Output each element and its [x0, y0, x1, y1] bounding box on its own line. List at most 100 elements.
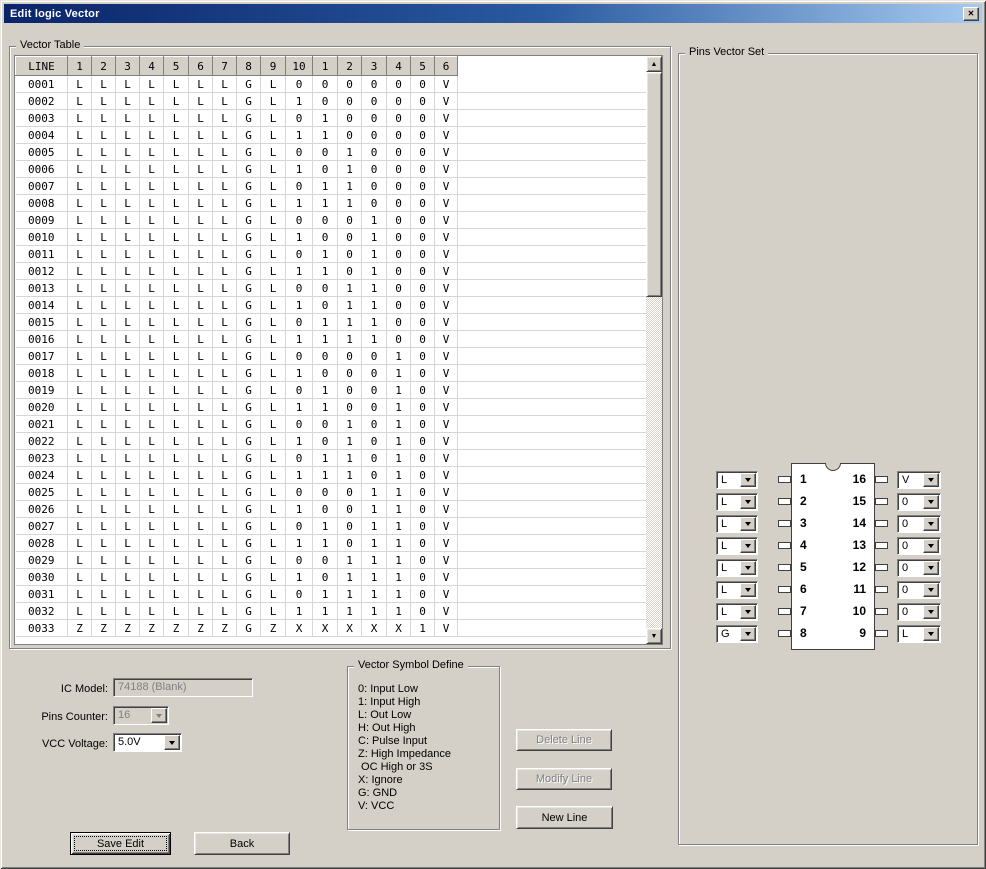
chevron-down-icon[interactable] [923, 605, 939, 619]
new-line-button[interactable]: New Line [516, 806, 613, 829]
pin-12-select[interactable]: 0 [897, 559, 941, 577]
vector-cell[interactable]: L [68, 518, 92, 535]
vector-cell[interactable]: L [68, 501, 92, 518]
vector-cell[interactable]: 1 [362, 552, 387, 569]
vector-cell[interactable]: L [261, 433, 286, 450]
vector-cell[interactable]: V [435, 518, 458, 535]
chevron-down-icon[interactable] [923, 627, 939, 641]
vector-cell[interactable]: L [164, 399, 189, 416]
vector-cell[interactable]: L [92, 603, 116, 620]
line-number-cell[interactable]: 0023 [16, 450, 68, 467]
vector-cell[interactable]: X [338, 620, 362, 637]
vector-cell[interactable]: 1 [286, 433, 313, 450]
scrollbar-thumb[interactable] [646, 72, 662, 297]
vector-cell[interactable]: L [140, 297, 164, 314]
vector-cell[interactable]: 0 [313, 501, 338, 518]
vector-cell[interactable]: L [116, 178, 140, 195]
vector-cell[interactable]: L [164, 246, 189, 263]
pin-2-select[interactable]: L [716, 493, 758, 511]
vector-cell[interactable]: L [92, 586, 116, 603]
line-number-cell[interactable]: 0018 [16, 365, 68, 382]
vector-cell[interactable]: L [140, 382, 164, 399]
vector-cell[interactable]: L [261, 229, 286, 246]
chevron-down-icon[interactable] [740, 495, 756, 509]
vector-cell[interactable]: L [92, 110, 116, 127]
vector-cell[interactable]: 1 [338, 552, 362, 569]
vector-cell[interactable]: 1 [286, 263, 313, 280]
vector-cell[interactable]: 0 [411, 110, 435, 127]
vector-cell[interactable]: 0 [411, 603, 435, 620]
vector-cell[interactable]: L [164, 297, 189, 314]
vector-cell[interactable]: L [116, 195, 140, 212]
vector-cell[interactable]: L [92, 127, 116, 144]
vector-cell[interactable]: V [435, 552, 458, 569]
vector-cell[interactable]: L [68, 433, 92, 450]
vector-cell[interactable]: L [68, 348, 92, 365]
vector-cell[interactable]: L [92, 93, 116, 110]
vector-cell[interactable]: V [435, 212, 458, 229]
vector-cell[interactable]: 1 [286, 365, 313, 382]
vector-cell[interactable]: L [213, 484, 237, 501]
vector-cell[interactable]: L [140, 399, 164, 416]
vector-cell[interactable]: 1 [313, 603, 338, 620]
vector-cell[interactable]: L [116, 212, 140, 229]
vector-row[interactable]: 0033ZZZZZZZGZXXXXX1V [16, 620, 647, 637]
line-number-cell[interactable]: 0014 [16, 297, 68, 314]
vector-cell[interactable]: 0 [362, 348, 387, 365]
vector-cell[interactable]: 0 [411, 569, 435, 586]
vector-cell[interactable]: 1 [286, 93, 313, 110]
vector-cell[interactable]: L [261, 535, 286, 552]
vector-cell[interactable]: L [92, 246, 116, 263]
vector-cell[interactable]: L [140, 144, 164, 161]
vector-cell[interactable]: L [213, 280, 237, 297]
vector-cell[interactable]: L [164, 331, 189, 348]
vector-cell[interactable]: G [237, 552, 261, 569]
vector-cell[interactable]: L [92, 161, 116, 178]
vector-cell[interactable]: L [213, 433, 237, 450]
vector-cell[interactable]: 0 [362, 399, 387, 416]
pin-10-select[interactable]: 0 [897, 603, 941, 621]
vector-row[interactable]: 0016LLLLLLLGL111100V [16, 331, 647, 348]
vector-cell[interactable]: L [189, 467, 213, 484]
vector-cell[interactable]: 0 [387, 280, 411, 297]
vector-cell[interactable]: L [261, 569, 286, 586]
save-edit-button[interactable]: Save Edit [70, 832, 171, 855]
vector-cell[interactable]: 0 [286, 178, 313, 195]
vector-cell[interactable]: L [189, 484, 213, 501]
vector-row[interactable]: 0010LLLLLLLGL100100V [16, 229, 647, 246]
vector-cell[interactable]: L [116, 450, 140, 467]
vector-cell[interactable]: L [92, 365, 116, 382]
vector-cell[interactable]: L [140, 586, 164, 603]
vector-cell[interactable]: V [435, 76, 458, 93]
vector-cell[interactable]: L [140, 569, 164, 586]
vector-cell[interactable]: 0 [338, 263, 362, 280]
vector-cell[interactable]: L [140, 280, 164, 297]
vector-cell[interactable]: L [189, 450, 213, 467]
vector-cell[interactable]: L [261, 484, 286, 501]
vector-cell[interactable]: L [68, 382, 92, 399]
vector-cell[interactable]: L [261, 467, 286, 484]
vector-row[interactable]: 0008LLLLLLLGL111000V [16, 195, 647, 212]
chevron-down-icon[interactable] [923, 583, 939, 597]
vector-cell[interactable]: 1 [387, 348, 411, 365]
pin-14-select[interactable]: 0 [897, 515, 941, 533]
vector-cell[interactable]: 0 [286, 586, 313, 603]
vector-cell[interactable]: L [164, 535, 189, 552]
vector-cell[interactable]: L [140, 365, 164, 382]
vector-cell[interactable]: 0 [411, 178, 435, 195]
vector-cell[interactable]: L [213, 76, 237, 93]
vector-cell[interactable]: L [116, 484, 140, 501]
vector-cell[interactable]: V [435, 246, 458, 263]
vector-cell[interactable]: 1 [387, 382, 411, 399]
line-number-cell[interactable]: 0027 [16, 518, 68, 535]
chevron-down-icon[interactable] [740, 517, 756, 531]
vector-cell[interactable]: L [140, 552, 164, 569]
vector-cell[interactable]: L [261, 195, 286, 212]
vector-cell[interactable]: V [435, 314, 458, 331]
vector-cell[interactable]: L [68, 586, 92, 603]
vector-cell[interactable]: L [140, 195, 164, 212]
vector-cell[interactable]: 0 [362, 467, 387, 484]
vector-cell[interactable]: G [237, 76, 261, 93]
vector-cell[interactable]: G [237, 127, 261, 144]
vector-cell[interactable]: G [237, 178, 261, 195]
